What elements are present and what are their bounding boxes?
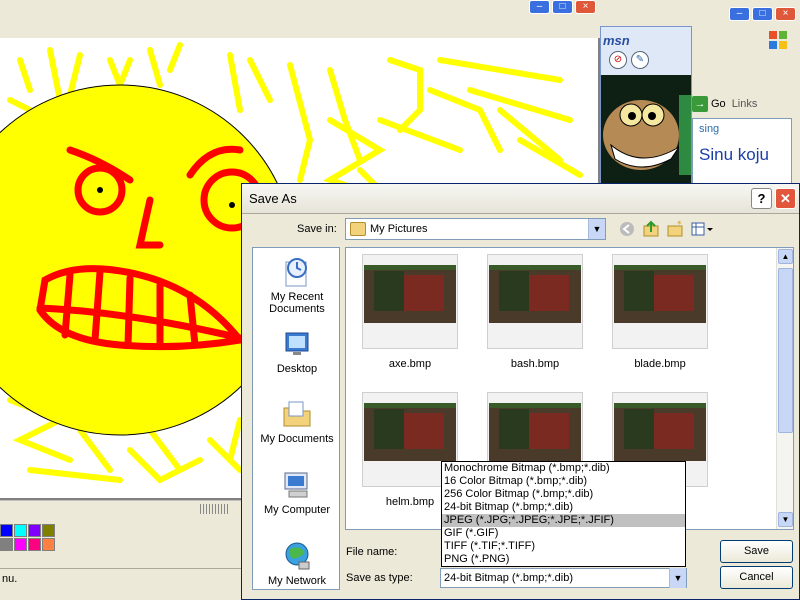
my-documents-icon bbox=[283, 401, 311, 427]
place-my-documents[interactable]: My Documents bbox=[253, 398, 339, 445]
paint-maximize-button[interactable]: □ bbox=[552, 0, 573, 14]
place-label: My Recent Documents bbox=[269, 291, 325, 315]
cartoon-character-image bbox=[601, 75, 691, 185]
browser-caption-buttons: – □ × bbox=[729, 7, 796, 21]
folder-icon bbox=[350, 222, 366, 236]
desktop-icon bbox=[285, 332, 309, 355]
place-label: My Computer bbox=[263, 504, 331, 516]
file-list-scrollbar[interactable]: ▲ ▼ bbox=[776, 248, 793, 529]
file-thumbnail bbox=[362, 254, 458, 349]
save-in-value: My Pictures bbox=[370, 223, 428, 235]
browser-content: sing Sinu koju bbox=[692, 118, 792, 186]
scroll-down-icon[interactable]: ▼ bbox=[778, 512, 793, 527]
place-my-recent-documents[interactable]: My Recent Documents bbox=[253, 256, 339, 315]
file-name: bash.bmp bbox=[510, 358, 560, 370]
back-icon[interactable] bbox=[618, 220, 636, 238]
svg-text:*: * bbox=[677, 220, 682, 230]
palette-swatch[interactable] bbox=[42, 524, 55, 537]
file-type-option[interactable]: PNG (*.PNG) bbox=[442, 553, 685, 566]
paint-status-bar: nu. bbox=[0, 568, 250, 588]
place-desktop[interactable]: Desktop bbox=[253, 328, 339, 375]
palette-swatch[interactable] bbox=[28, 538, 41, 551]
navigation-toolbar: * bbox=[618, 220, 714, 238]
file-item[interactable]: axe.bmp bbox=[360, 254, 460, 370]
file-type-option[interactable]: 16 Color Bitmap (*.bmp;*.dib) bbox=[442, 475, 685, 488]
place-my-network[interactable]: My Network bbox=[253, 540, 339, 587]
browser-minimize-button[interactable]: – bbox=[729, 7, 750, 21]
places-bar: My Recent Documents Desktop My Documents… bbox=[252, 247, 340, 590]
browser-maximize-button[interactable]: □ bbox=[752, 7, 773, 21]
file-thumbnail bbox=[612, 254, 708, 349]
file-type-option[interactable]: 24-bit Bitmap (*.bmp;*.dib) bbox=[442, 501, 685, 514]
go-arrow-icon: → bbox=[692, 96, 708, 112]
save-as-type-value: 24-bit Bitmap (*.bmp;*.dib) bbox=[444, 572, 573, 584]
save-in-dropdown[interactable]: My Pictures ▼ bbox=[345, 218, 606, 240]
windows-logo-icon bbox=[769, 31, 787, 49]
go-label: Go bbox=[711, 98, 726, 110]
msn-buttons: ⊘ ✎ bbox=[609, 51, 649, 69]
save-in-label: Save in: bbox=[297, 223, 337, 235]
color-palette bbox=[0, 524, 55, 551]
file-type-option[interactable]: Monochrome Bitmap (*.bmp;*.dib) bbox=[442, 462, 685, 475]
save-button[interactable]: Save bbox=[720, 540, 793, 563]
file-name: axe.bmp bbox=[388, 358, 432, 370]
close-button[interactable]: ✕ bbox=[775, 188, 796, 209]
dialog-title: Save As bbox=[249, 191, 297, 206]
up-folder-icon[interactable] bbox=[642, 220, 660, 238]
new-folder-icon[interactable]: * bbox=[666, 220, 684, 238]
browser-close-button[interactable]: × bbox=[775, 7, 796, 21]
save-as-type-options-list: Monochrome Bitmap (*.bmp;*.dib) 16 Color … bbox=[441, 461, 686, 567]
my-computer-icon bbox=[284, 472, 308, 498]
page-heading[interactable]: Sinu koju bbox=[699, 145, 769, 165]
chevron-down-icon[interactable]: ▼ bbox=[669, 568, 686, 588]
block-icon[interactable]: ⊘ bbox=[609, 51, 627, 69]
palette-swatch[interactable] bbox=[14, 524, 27, 537]
paint-close-button[interactable]: × bbox=[575, 0, 596, 14]
help-button[interactable]: ? bbox=[751, 188, 772, 209]
scroll-up-icon[interactable]: ▲ bbox=[778, 249, 793, 264]
chevron-down-icon[interactable]: ▼ bbox=[588, 219, 605, 239]
file-item[interactable]: bash.bmp bbox=[485, 254, 585, 370]
file-item[interactable]: blade.bmp bbox=[610, 254, 710, 370]
paint-minimize-button[interactable]: – bbox=[529, 0, 550, 14]
palette-swatch[interactable] bbox=[28, 524, 41, 537]
file-type-option[interactable]: TIFF (*.TIF;*.TIFF) bbox=[442, 540, 685, 553]
place-label: My Network bbox=[267, 575, 327, 587]
palette-swatch[interactable] bbox=[0, 524, 13, 537]
paint-caption-buttons: – □ × bbox=[529, 0, 596, 14]
my-network-icon bbox=[285, 542, 310, 570]
edit-icon[interactable]: ✎ bbox=[631, 51, 649, 69]
dialog-titlebar[interactable]: Save As ? ✕ bbox=[242, 184, 799, 214]
place-label: Desktop bbox=[276, 363, 318, 375]
browser-address-toolbar: → Go Links bbox=[692, 92, 757, 116]
scroll-thumb[interactable] bbox=[778, 268, 793, 433]
file-type-option[interactable]: JPEG (*.JPG;*.JPEG;*.JPE;*.JFIF) bbox=[442, 514, 685, 527]
scroll-grip[interactable] bbox=[200, 504, 230, 514]
palette-swatch[interactable] bbox=[0, 538, 13, 551]
display-picture bbox=[601, 75, 691, 185]
save-as-type-dropdown[interactable]: 24-bit Bitmap (*.bmp;*.dib) ▼ bbox=[440, 568, 687, 588]
cancel-button[interactable]: Cancel bbox=[720, 566, 793, 589]
view-menu-icon[interactable] bbox=[690, 220, 714, 238]
save-as-type-label: Save as type: bbox=[346, 572, 413, 584]
page-text-partial: sing bbox=[699, 123, 720, 135]
file-name-label: File name: bbox=[346, 546, 398, 558]
file-type-option[interactable]: 256 Color Bitmap (*.bmp;*.dib) bbox=[442, 488, 685, 501]
palette-swatch[interactable] bbox=[42, 538, 55, 551]
place-my-computer[interactable]: My Computer bbox=[253, 469, 339, 516]
file-name: blade.bmp bbox=[634, 358, 686, 370]
place-label: My Documents bbox=[260, 433, 334, 445]
go-button[interactable]: → Go bbox=[692, 96, 726, 112]
msn-logo: msn bbox=[603, 33, 630, 48]
msn-messenger-window: msn ⊘ ✎ bbox=[600, 26, 692, 186]
recent-documents-icon bbox=[285, 258, 307, 287]
file-thumbnail bbox=[487, 254, 583, 349]
links-label[interactable]: Links bbox=[732, 98, 758, 110]
palette-swatch[interactable] bbox=[14, 538, 27, 551]
file-type-option[interactable]: GIF (*.GIF) bbox=[442, 527, 685, 540]
